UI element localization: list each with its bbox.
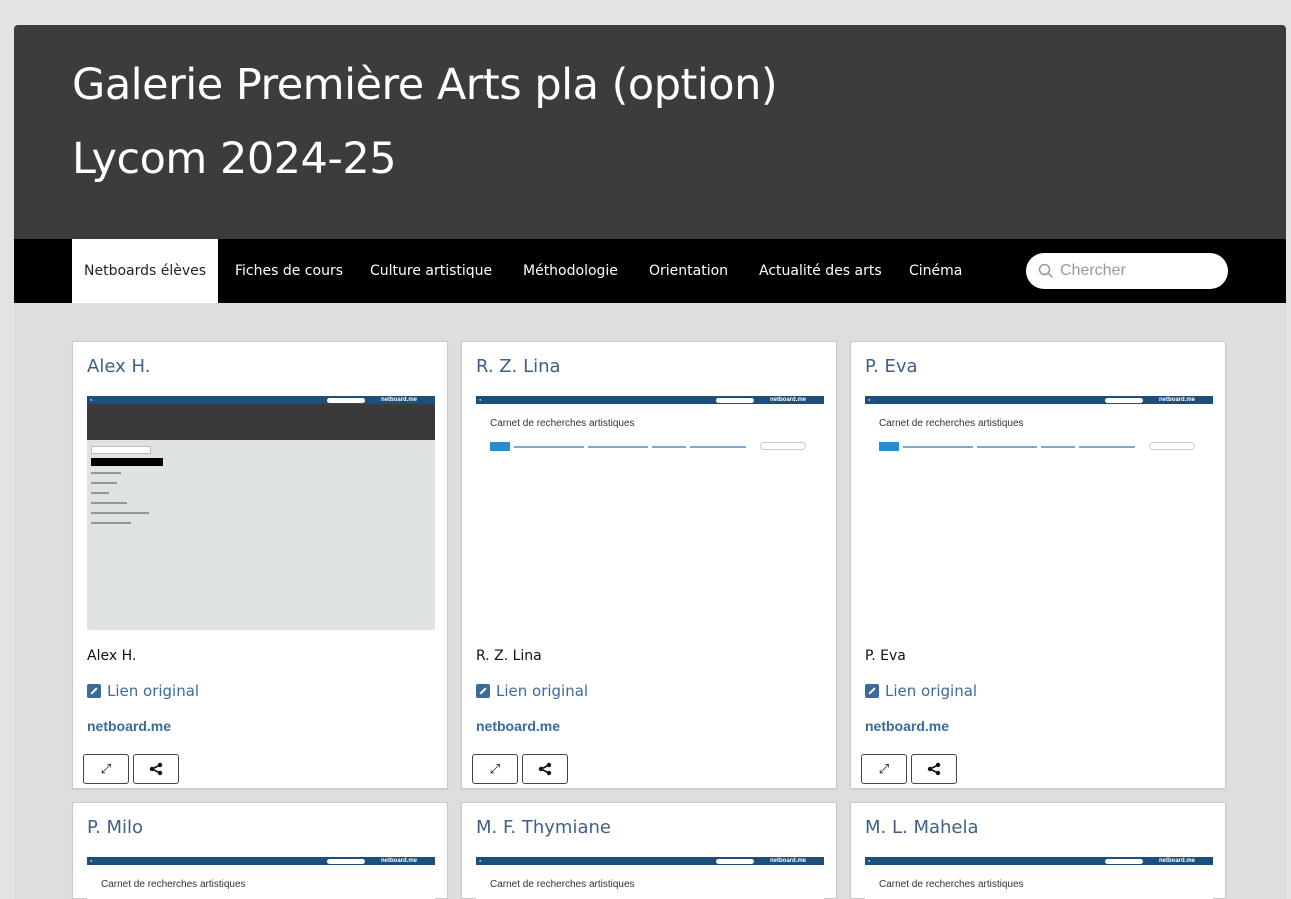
thumbnail-brand: netboard.me [1158,857,1195,864]
page-title: Galerie Première Arts pla (option) Lycom… [72,57,778,187]
thumbnail-brand: netboard.me [769,396,806,403]
nav-actualite-des-arts[interactable]: Actualité des arts [759,239,882,303]
external-link-icon [476,684,490,698]
card-title[interactable]: M. F. Thymiane [476,817,611,838]
expand-button[interactable]: ⤢ [472,754,518,784]
thumbnail-brand: netboard.me [1158,396,1195,403]
expand-button[interactable]: ⤢ [83,754,129,784]
card-thumbnail[interactable]: ● . netboard.me Carnet de recherches arti… [865,396,1213,630]
card-person-name: Alex H. [87,648,137,664]
card-person-name: R. Z. Lina [476,648,542,664]
page-title-line1: Galerie Première Arts pla (option) [72,60,778,110]
search-box[interactable] [1026,253,1228,289]
original-link-label: Lien original [107,682,200,700]
page-title-line2: Lycom 2024-25 [72,134,397,184]
card-p-eva: P. Eva ● . netboard.me Carnet de recherch… [850,341,1226,789]
share-button[interactable] [522,754,568,784]
card-person-name: P. Eva [865,648,906,664]
card-domain[interactable]: netboard.me [476,718,560,734]
card-alex-h: Alex H. ● . netboard.me Alex H. Lien orig… [72,341,448,789]
card-thumbnail[interactable]: ● . netboard.me Carnet de recherches arti… [476,857,824,899]
card-thumbnail[interactable]: ● . netboard.me [87,396,435,630]
card-thumbnail[interactable]: ● . netboard.me Carnet de recherches arti… [865,857,1213,899]
thumbnail-heading: Carnet de recherches artistiques [101,879,246,890]
card-title[interactable]: R. Z. Lina [476,356,561,377]
card-title[interactable]: M. L. Mahela [865,817,979,838]
search-icon [1038,263,1054,279]
original-link-label: Lien original [496,682,589,700]
original-link[interactable]: Lien original [865,682,977,700]
original-link[interactable]: Lien original [87,682,199,700]
card-p-milo: P. Milo ● . netboard.me Carnet de recherc… [72,802,448,899]
card-title[interactable]: P. Eva [865,356,918,377]
share-icon [538,762,552,776]
card-thumbnail[interactable]: ● . netboard.me Carnet de recherches arti… [476,396,824,630]
share-button[interactable] [911,754,957,784]
nav-netboards-eleves[interactable]: Netboards élèves [72,239,219,303]
card-domain[interactable]: netboard.me [865,718,949,734]
share-icon [927,762,941,776]
thumbnail-brand: netboard.me [380,396,417,403]
original-link[interactable]: Lien original [476,682,588,700]
original-link-label: Lien original [885,682,978,700]
expand-icon: ⤢ [489,761,501,776]
card-title[interactable]: P. Milo [87,817,143,838]
nav-culture-artistique[interactable]: Culture artistique [370,239,492,303]
expand-icon: ⤢ [100,761,112,776]
main-nav: Netboards élèves Fiches de cours Culture… [14,239,1286,303]
card-r-z-lina: R. Z. Lina ● . netboard.me Carnet de rech… [461,341,837,789]
expand-button[interactable]: ⤢ [861,754,907,784]
thumbnail-heading: Carnet de recherches artistiques [879,418,1024,429]
card-m-f-thymiane: M. F. Thymiane ● . netboard.me Carnet de … [461,802,837,899]
share-button[interactable] [133,754,179,784]
card-m-l-mahela: M. L. Mahela ● . netboard.me Carnet de re… [850,802,1226,899]
nav-methodologie[interactable]: Méthodologie [523,239,618,303]
card-domain[interactable]: netboard.me [87,718,171,734]
thumbnail-heading: Carnet de recherches artistiques [490,879,635,890]
external-link-icon [865,684,879,698]
nav-fiches-de-cours[interactable]: Fiches de cours [235,239,343,303]
card-thumbnail[interactable]: ● . netboard.me Carnet de recherches arti… [87,857,435,899]
page-frame: Galerie Première Arts pla (option) Lycom… [14,25,1286,899]
thumbnail-brand: netboard.me [769,857,806,864]
search-input[interactable] [1060,257,1220,285]
thumbnail-brand: netboard.me [380,857,417,864]
nav-cinema[interactable]: Cinéma [909,239,962,303]
page-header: Galerie Première Arts pla (option) Lycom… [14,25,1286,239]
share-icon [149,762,163,776]
card-title[interactable]: Alex H. [87,356,150,377]
expand-icon: ⤢ [878,761,890,776]
nav-orientation[interactable]: Orientation [649,239,728,303]
external-link-icon [87,684,101,698]
thumbnail-heading: Carnet de recherches artistiques [879,879,1024,890]
thumbnail-heading: Carnet de recherches artistiques [490,418,635,429]
